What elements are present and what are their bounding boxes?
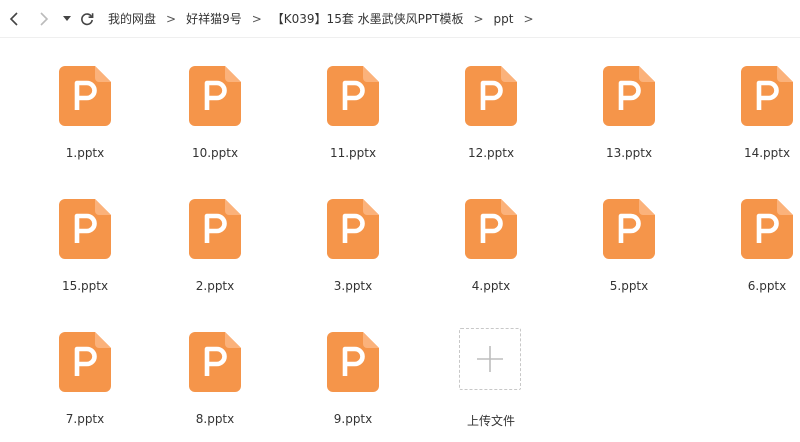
file-name: 1.pptx xyxy=(65,146,105,160)
breadcrumb-item[interactable]: ppt xyxy=(494,12,514,26)
pptx-file-icon xyxy=(327,199,379,259)
file-name: 13.pptx xyxy=(605,146,653,160)
file-name: 9.pptx xyxy=(333,412,373,426)
file-item[interactable]: 5.pptx xyxy=(574,175,684,295)
file-item[interactable]: 13.pptx xyxy=(574,42,684,162)
file-name: 12.pptx xyxy=(467,146,515,160)
file-name: 2.pptx xyxy=(195,279,235,293)
breadcrumb-item[interactable]: 【K039】15套 水墨武侠风PPT模板 xyxy=(272,10,464,27)
file-name: 10.pptx xyxy=(191,146,239,160)
breadcrumb-separator: > xyxy=(523,11,534,26)
file-item[interactable]: 4.pptx xyxy=(436,175,546,295)
breadcrumb: 我的网盘 > 好祥猫9号 > 【K039】15套 水墨武侠风PPT模板 > pp… xyxy=(108,10,544,27)
chevron-left-icon xyxy=(9,11,18,26)
chevron-right-icon xyxy=(40,11,49,26)
pptx-file-icon xyxy=(327,332,379,392)
pptx-file-icon xyxy=(465,199,517,259)
file-item[interactable]: 3.pptx xyxy=(298,175,408,295)
pptx-file-icon xyxy=(189,66,241,126)
breadcrumb-item[interactable]: 好祥猫9号 xyxy=(186,10,242,27)
file-name: 7.pptx xyxy=(65,412,105,426)
file-name: 6.pptx xyxy=(747,279,787,293)
file-item[interactable]: 11.pptx xyxy=(298,42,408,162)
upload-box xyxy=(459,328,521,390)
refresh-button[interactable] xyxy=(76,8,98,30)
forward-button[interactable] xyxy=(32,8,54,30)
back-button[interactable] xyxy=(4,8,26,30)
file-item[interactable]: 1.pptx xyxy=(30,42,140,162)
file-name: 8.pptx xyxy=(195,412,235,426)
file-item[interactable]: 15.pptx xyxy=(30,175,140,295)
file-name: 4.pptx xyxy=(471,279,511,293)
upload-label: 上传文件 xyxy=(466,414,515,428)
file-item[interactable]: 10.pptx xyxy=(160,42,270,162)
pptx-file-icon xyxy=(465,66,517,126)
file-name: 3.pptx xyxy=(333,279,373,293)
file-item[interactable]: 2.pptx xyxy=(160,175,270,295)
file-item[interactable]: 9.pptx xyxy=(298,308,408,428)
file-item[interactable]: 14.pptx xyxy=(712,42,800,162)
pptx-file-icon xyxy=(741,66,793,126)
toolbar: 我的网盘 > 好祥猫9号 > 【K039】15套 水墨武侠风PPT模板 > pp… xyxy=(0,0,800,38)
pptx-file-icon xyxy=(327,66,379,126)
file-name: 15.pptx xyxy=(61,279,109,293)
file-item[interactable]: 6.pptx xyxy=(712,175,800,295)
pptx-file-icon xyxy=(189,199,241,259)
breadcrumb-separator: > xyxy=(166,11,177,26)
pptx-file-icon xyxy=(741,199,793,259)
file-grid: 1.pptx 10.pptx 11.pptx 12.pptx 13.pptx 1… xyxy=(0,38,800,442)
refresh-icon xyxy=(81,12,94,25)
upload-file-button[interactable]: 上传文件 xyxy=(436,308,546,428)
file-item[interactable]: 7.pptx xyxy=(30,308,140,428)
file-name: 5.pptx xyxy=(609,279,649,293)
file-name: 11.pptx xyxy=(329,146,377,160)
history-dropdown-button[interactable] xyxy=(60,8,74,30)
pptx-file-icon xyxy=(59,332,111,392)
breadcrumb-separator: > xyxy=(473,11,484,26)
pptx-file-icon xyxy=(603,66,655,126)
file-item[interactable]: 8.pptx xyxy=(160,308,270,428)
plus-icon xyxy=(477,346,503,372)
file-name: 14.pptx xyxy=(743,146,791,160)
pptx-file-icon xyxy=(59,199,111,259)
pptx-file-icon xyxy=(189,332,241,392)
pptx-file-icon xyxy=(603,199,655,259)
breadcrumb-item[interactable]: 我的网盘 xyxy=(108,10,156,27)
caret-down-icon xyxy=(63,15,71,21)
file-item[interactable]: 12.pptx xyxy=(436,42,546,162)
pptx-file-icon xyxy=(59,66,111,126)
breadcrumb-separator: > xyxy=(251,11,262,26)
